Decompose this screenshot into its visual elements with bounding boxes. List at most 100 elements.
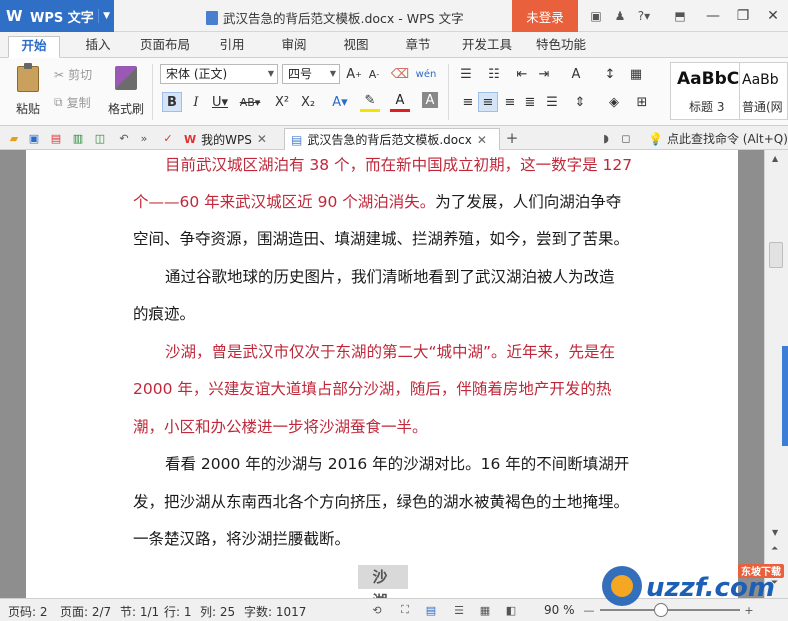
italic-button[interactable]: I [186,92,206,112]
tab-review[interactable]: 审阅 [270,36,318,58]
help-icon[interactable]: ?▾ [634,6,654,26]
command-search-label: 点此查找命令 (Alt+Q) [666,132,788,146]
cut-label: 剪切 [68,68,93,82]
divider [152,64,153,120]
tab-row: ▰ ▣ ▤ ▥ ◫ ↶ » ✓ W 我的WPS ✕ ▤ 武汉告急的背后范文模板.… [0,126,788,150]
decrease-indent-icon[interactable]: ⇤ [512,64,532,84]
window-title-text: 武汉告急的背后范文模板.docx - WPS 文字 [223,11,464,26]
more-icon[interactable]: » [136,130,152,146]
scroll-down-icon[interactable]: ▼ [772,528,778,537]
divider [448,64,449,120]
outline-view-icon[interactable]: ☰ [452,603,466,617]
numbered-list-icon[interactable]: ☷ [484,64,504,84]
prev-page-icon[interactable]: ⏶ [771,544,778,554]
tab-features[interactable]: 特色功能 [528,36,594,58]
bullet-list-icon[interactable]: ☰ [456,64,476,84]
scroll-up-icon[interactable]: ▲ [772,154,778,163]
clear-format-icon[interactable]: ⌫ [390,64,410,84]
table-grid-icon[interactable]: ▦ [626,64,646,84]
window-icon[interactable]: ◻ [618,130,634,146]
open-folder-icon[interactable]: ▰ [6,130,22,146]
tab-document[interactable]: ▤ 武汉告急的背后范文模板.docx ✕ [284,128,500,150]
focus-mode-icon[interactable]: ⛶ [398,603,412,617]
word-count[interactable]: 字数: 1017 [244,603,306,620]
underline-button[interactable]: U▾ [210,92,230,112]
style-heading3[interactable]: AaBbC 标题 3 [670,62,740,120]
tab-my-wps[interactable]: W 我的WPS ✕ [178,128,273,150]
minimize-icon[interactable]: — [698,0,728,32]
tab-start[interactable]: 开始 [8,36,60,58]
paste-button[interactable]: 粘贴 [10,62,46,120]
tab-developer[interactable]: 开发工具 [454,36,520,58]
undo-icon[interactable]: ↶ [116,130,132,146]
strikethrough-button[interactable]: AB▾ [240,92,261,112]
web-view-icon[interactable]: ▦ [478,603,492,617]
align-left-icon[interactable]: ≡ [458,92,478,112]
shirt-icon[interactable]: ♟ [610,6,630,26]
vertical-scrollbar[interactable]: ▲ ▼ ⏶ ⏷ [764,150,788,598]
print-icon[interactable]: ▥ [70,130,86,146]
font-name-select[interactable]: 宋体 (正文) ▼ [160,64,278,84]
pin-icon[interactable]: ✓ [160,130,176,146]
char-shading-icon[interactable]: A [422,92,438,108]
page-number[interactable]: 页码: 2 [8,603,48,620]
subscript-button[interactable]: X₂ [298,92,318,112]
close-icon[interactable]: ✕ [257,132,267,146]
cut-button[interactable]: ✂ 剪切 [54,66,92,83]
zoom-out-icon[interactable]: — [582,603,596,617]
command-search[interactable]: 💡 点此查找命令 (Alt+Q) [648,130,788,147]
highlight-icon[interactable]: ✎ [360,92,380,112]
revision-icon[interactable]: ⟲ [370,603,384,617]
wps-logo-icon: W [184,132,197,146]
paragraph-shading-icon[interactable]: ◈ [604,92,624,112]
new-tab-icon[interactable]: + [504,129,520,147]
tab-view[interactable]: 视图 [332,36,380,58]
text-effect-icon[interactable]: A▾ [330,92,350,112]
close-icon[interactable]: ✕ [477,133,487,147]
align-center-icon[interactable]: ≡ [478,92,498,112]
maximize-icon[interactable]: ❐ [728,0,758,32]
skin-icon[interactable]: ▣ [586,6,606,26]
tab-insert[interactable]: 插入 [74,36,122,58]
pinyin-icon[interactable]: wén [416,64,437,84]
superscript-button[interactable]: X² [272,92,292,112]
increase-indent-icon[interactable]: ⇥ [534,64,554,84]
grow-font-icon[interactable]: A + [344,64,364,84]
distribute-icon[interactable]: ☰ [542,92,562,112]
bold-button[interactable]: B [162,92,182,112]
close-icon[interactable]: ✕ [758,0,788,32]
tab-references[interactable]: 引用 [208,36,256,58]
paste-label: 粘贴 [15,101,40,116]
app-menu-button[interactable]: W WPS 文字 ▼ [0,0,114,32]
row-info: 行: 1 [164,605,192,619]
format-brush-button[interactable]: 格式刷 [106,62,146,120]
page-view-icon[interactable]: ▤ [424,603,438,617]
justify-icon[interactable]: ≣ [520,92,540,112]
save-icon[interactable]: ▣ [26,130,42,146]
align-right-icon[interactable]: ≡ [500,92,520,112]
wps-logo-icon: W [6,7,23,25]
sort-icon[interactable]: ↕ [600,64,620,84]
line-spacing-icon[interactable]: ⇕ [570,92,590,112]
shrink-font-icon[interactable]: A- [364,64,384,84]
tab-page-layout[interactable]: 页面布局 [132,36,198,58]
font-size-select[interactable]: 四号 ▼ [282,64,340,84]
tab-chapter[interactable]: 章节 [394,36,442,58]
copy-button[interactable]: ⧉ 复制 [54,94,91,111]
scroll-thumb[interactable] [769,242,783,268]
zoom-level[interactable]: 90 % [544,603,575,617]
font-color-icon[interactable]: A [390,92,410,112]
border-icon[interactable]: ⊞ [632,92,652,112]
chevron-down-icon[interactable]: ▼ [98,9,110,23]
fullscreen-icon[interactable]: ⬒ [670,6,690,26]
login-button[interactable]: 未登录 [512,0,578,32]
text-direction-icon[interactable]: A [566,64,586,84]
read-mode-icon[interactable]: ◧ [504,603,518,617]
side-panel-toggle[interactable] [782,346,788,446]
print-preview-icon[interactable]: ◫ [92,130,108,146]
style-normal-web[interactable]: AaBb 普通(网 [740,62,788,120]
style-name: 普通(网 [742,100,783,114]
history-icon[interactable]: ◗ [598,130,614,146]
pdf-icon[interactable]: ▤ [48,130,64,146]
page[interactable]: 目前武汉城区湖泊有 38 个，而在新中国成立初期，这一数字是 127 个——60… [26,150,738,598]
